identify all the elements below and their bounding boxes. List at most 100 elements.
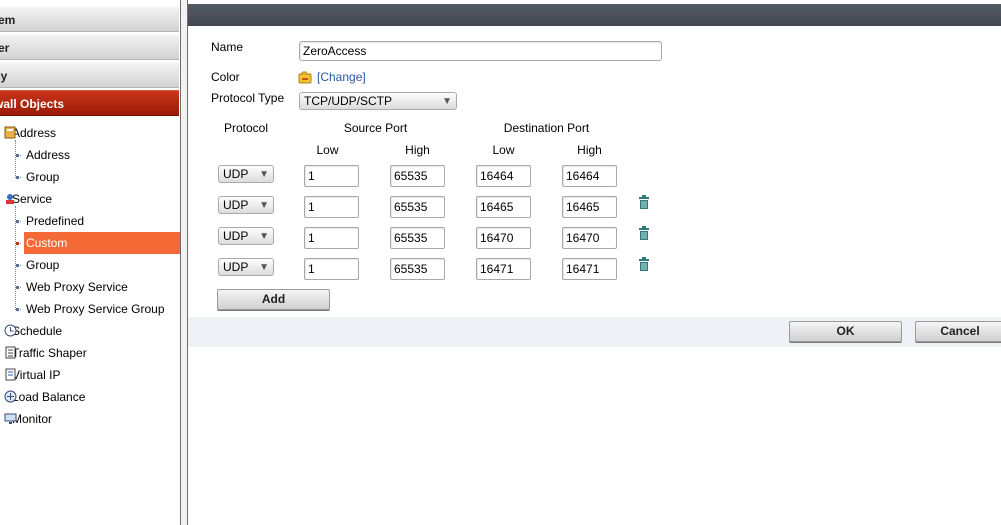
sidebar-item-service[interactable]: Service — [6, 188, 53, 210]
sidebar-item-label: Group — [26, 258, 60, 272]
destination-port-high-input[interactable] — [562, 196, 617, 218]
destination-port-low-input[interactable] — [476, 196, 531, 218]
protocol-type-select[interactable]: TCP/UDP/SCTP ▼ — [299, 92, 457, 110]
protocol-select[interactable]: UDP ▼ — [218, 196, 274, 214]
source-port-header: Source Port — [343, 121, 408, 135]
name-label: Name — [211, 40, 244, 54]
destination-low-header: Low — [492, 143, 515, 157]
sidebar-section-label: ter — [0, 41, 10, 55]
sidebar-section-policy[interactable]: cy — [0, 62, 179, 88]
destination-port-header: Destination Port — [503, 121, 590, 135]
chevron-down-icon: ▼ — [259, 200, 269, 211]
service-icon — [6, 194, 14, 204]
load-balance-icon — [4, 390, 17, 403]
sidebar-section-system[interactable]: tem — [0, 6, 179, 32]
sidebar-item-virtual-ip[interactable]: Virtual IP — [5, 364, 61, 386]
color-swatch-icon — [298, 71, 312, 84]
sidebar-item-monitor[interactable]: Monitor — [4, 408, 53, 430]
chevron-down-icon: ▼ — [259, 231, 269, 242]
source-high-header: High — [405, 143, 430, 157]
sidebar-item-service-group[interactable]: Group — [24, 254, 63, 276]
cancel-button[interactable]: Cancel — [915, 321, 1001, 342]
protocol-column-header: Protocol — [223, 121, 269, 135]
protocol-value: UDP — [223, 229, 249, 243]
sidebar-section-label: tem — [0, 13, 16, 27]
source-port-low-input[interactable] — [304, 258, 359, 280]
sidebar-section-router[interactable]: ter — [0, 34, 179, 60]
sidebar-item-label: Monitor — [12, 412, 53, 426]
name-input[interactable] — [299, 41, 662, 61]
source-port-low-input[interactable] — [304, 227, 359, 249]
tree-bullet — [16, 154, 19, 157]
tree-bullet — [16, 308, 19, 311]
sidebar-splitter[interactable] — [180, 0, 188, 525]
sidebar-item-label: Web Proxy Service — [26, 280, 128, 294]
sidebar-item-label: Virtual IP — [12, 368, 61, 382]
main-panel: Name Color [Change] Protocol Type TCP/UD… — [188, 0, 1001, 525]
source-port-high-input[interactable] — [390, 258, 445, 280]
chevron-down-icon: ▼ — [259, 262, 269, 273]
destination-port-low-input[interactable] — [476, 258, 531, 280]
sidebar-section-firewall-objects[interactable]: wall Objects — [0, 90, 179, 116]
sidebar-item-service-predefined[interactable]: Predefined — [24, 210, 88, 232]
shaper-icon — [5, 346, 16, 359]
sidebar-item-label: Custom — [26, 236, 68, 250]
source-port-high-input[interactable] — [390, 227, 445, 249]
ok-button[interactable]: OK — [789, 321, 902, 342]
protocol-type-value: TCP/UDP/SCTP — [304, 94, 393, 108]
sidebar-item-label: Schedule — [12, 324, 63, 338]
source-port-high-input[interactable] — [390, 165, 445, 187]
destination-port-high-input[interactable] — [562, 258, 617, 280]
source-low-header: Low — [316, 143, 339, 157]
tree-bullet — [16, 286, 19, 289]
tree-bullet — [16, 176, 19, 179]
sidebar-item-schedule[interactable]: Schedule — [4, 320, 63, 342]
sidebar-item-label: Predefined — [26, 214, 85, 228]
protocol-select[interactable]: UDP ▼ — [218, 227, 274, 245]
sidebar-item-traffic-shaper[interactable]: Traffic Shaper — [5, 342, 87, 364]
sidebar-item-address-address[interactable]: Address — [24, 144, 74, 166]
sidebar-item-label: Service — [12, 192, 53, 206]
sidebar-section-label: cy — [0, 69, 8, 83]
protocol-type-label: Protocol Type — [211, 91, 285, 105]
source-port-high-input[interactable] — [390, 196, 445, 218]
sidebar-item-label: Load Balance — [12, 390, 86, 404]
tree-connector — [15, 140, 16, 178]
protocol-value: UDP — [223, 167, 249, 181]
sidebar-item-load-balance[interactable]: Load Balance — [4, 386, 86, 408]
sidebar: tem ter cy wall Objects Address Address … — [0, 0, 180, 525]
chevron-down-icon: ▼ — [259, 169, 269, 180]
trash-icon[interactable] — [638, 195, 650, 209]
sidebar-item-web-proxy-service[interactable]: Web Proxy Service — [24, 276, 132, 298]
trash-icon[interactable] — [638, 226, 650, 240]
destination-port-high-input[interactable] — [562, 165, 617, 187]
protocol-value: UDP — [223, 198, 249, 212]
sidebar-item-label: Traffic Shaper — [12, 346, 87, 360]
color-change-link[interactable]: [Change] — [317, 70, 366, 84]
tree-bullet — [16, 264, 19, 267]
source-port-low-input[interactable] — [304, 165, 359, 187]
color-label: Color — [211, 70, 240, 84]
monitor-icon — [4, 413, 17, 424]
protocol-select[interactable]: UDP ▼ — [218, 258, 274, 276]
sidebar-item-label: Address — [26, 148, 71, 162]
dialog-title-bar — [188, 4, 1001, 26]
tree-bullet — [16, 220, 19, 223]
destination-high-header: High — [577, 143, 602, 157]
sidebar-item-web-proxy-service-group[interactable]: Web Proxy Service Group — [24, 298, 169, 320]
destination-port-high-input[interactable] — [562, 227, 617, 249]
source-port-low-input[interactable] — [304, 196, 359, 218]
virtual-ip-icon — [5, 368, 16, 381]
destination-port-low-input[interactable] — [476, 165, 531, 187]
clock-icon — [4, 324, 17, 337]
protocol-select[interactable]: UDP ▼ — [218, 165, 274, 183]
trash-icon[interactable] — [638, 257, 650, 271]
tree-bullet — [16, 242, 19, 245]
chevron-down-icon: ▼ — [442, 96, 452, 107]
destination-port-low-input[interactable] — [476, 227, 531, 249]
sidebar-item-address-group[interactable]: Group — [24, 166, 63, 188]
sidebar-item-service-custom[interactable]: Custom — [24, 232, 180, 254]
add-button[interactable]: Add — [217, 289, 330, 310]
protocol-value: UDP — [223, 260, 249, 274]
sidebar-item-address[interactable]: Address — [4, 122, 56, 144]
